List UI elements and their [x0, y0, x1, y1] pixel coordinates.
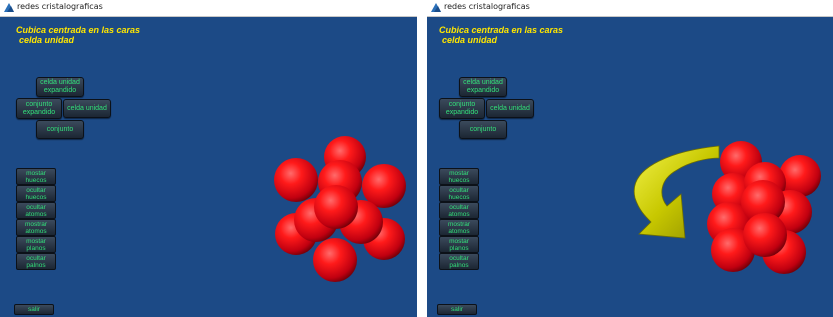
rotation-arrow: [633, 145, 720, 239]
crystal-viewport[interactable]: [427, 0, 833, 317]
atom-sphere: [314, 185, 358, 229]
app-window-left: redes cristalograficas Cubica centrada e…: [0, 0, 417, 317]
atom-sphere: [274, 158, 318, 202]
atom-sphere: [743, 213, 787, 257]
atom-cluster: [707, 141, 821, 274]
crystal-viewport[interactable]: [0, 0, 417, 317]
atom-cluster: [274, 136, 406, 282]
app-window-right: redes cristalograficas Cubica centrada e…: [427, 0, 833, 317]
atom-sphere: [313, 238, 357, 282]
